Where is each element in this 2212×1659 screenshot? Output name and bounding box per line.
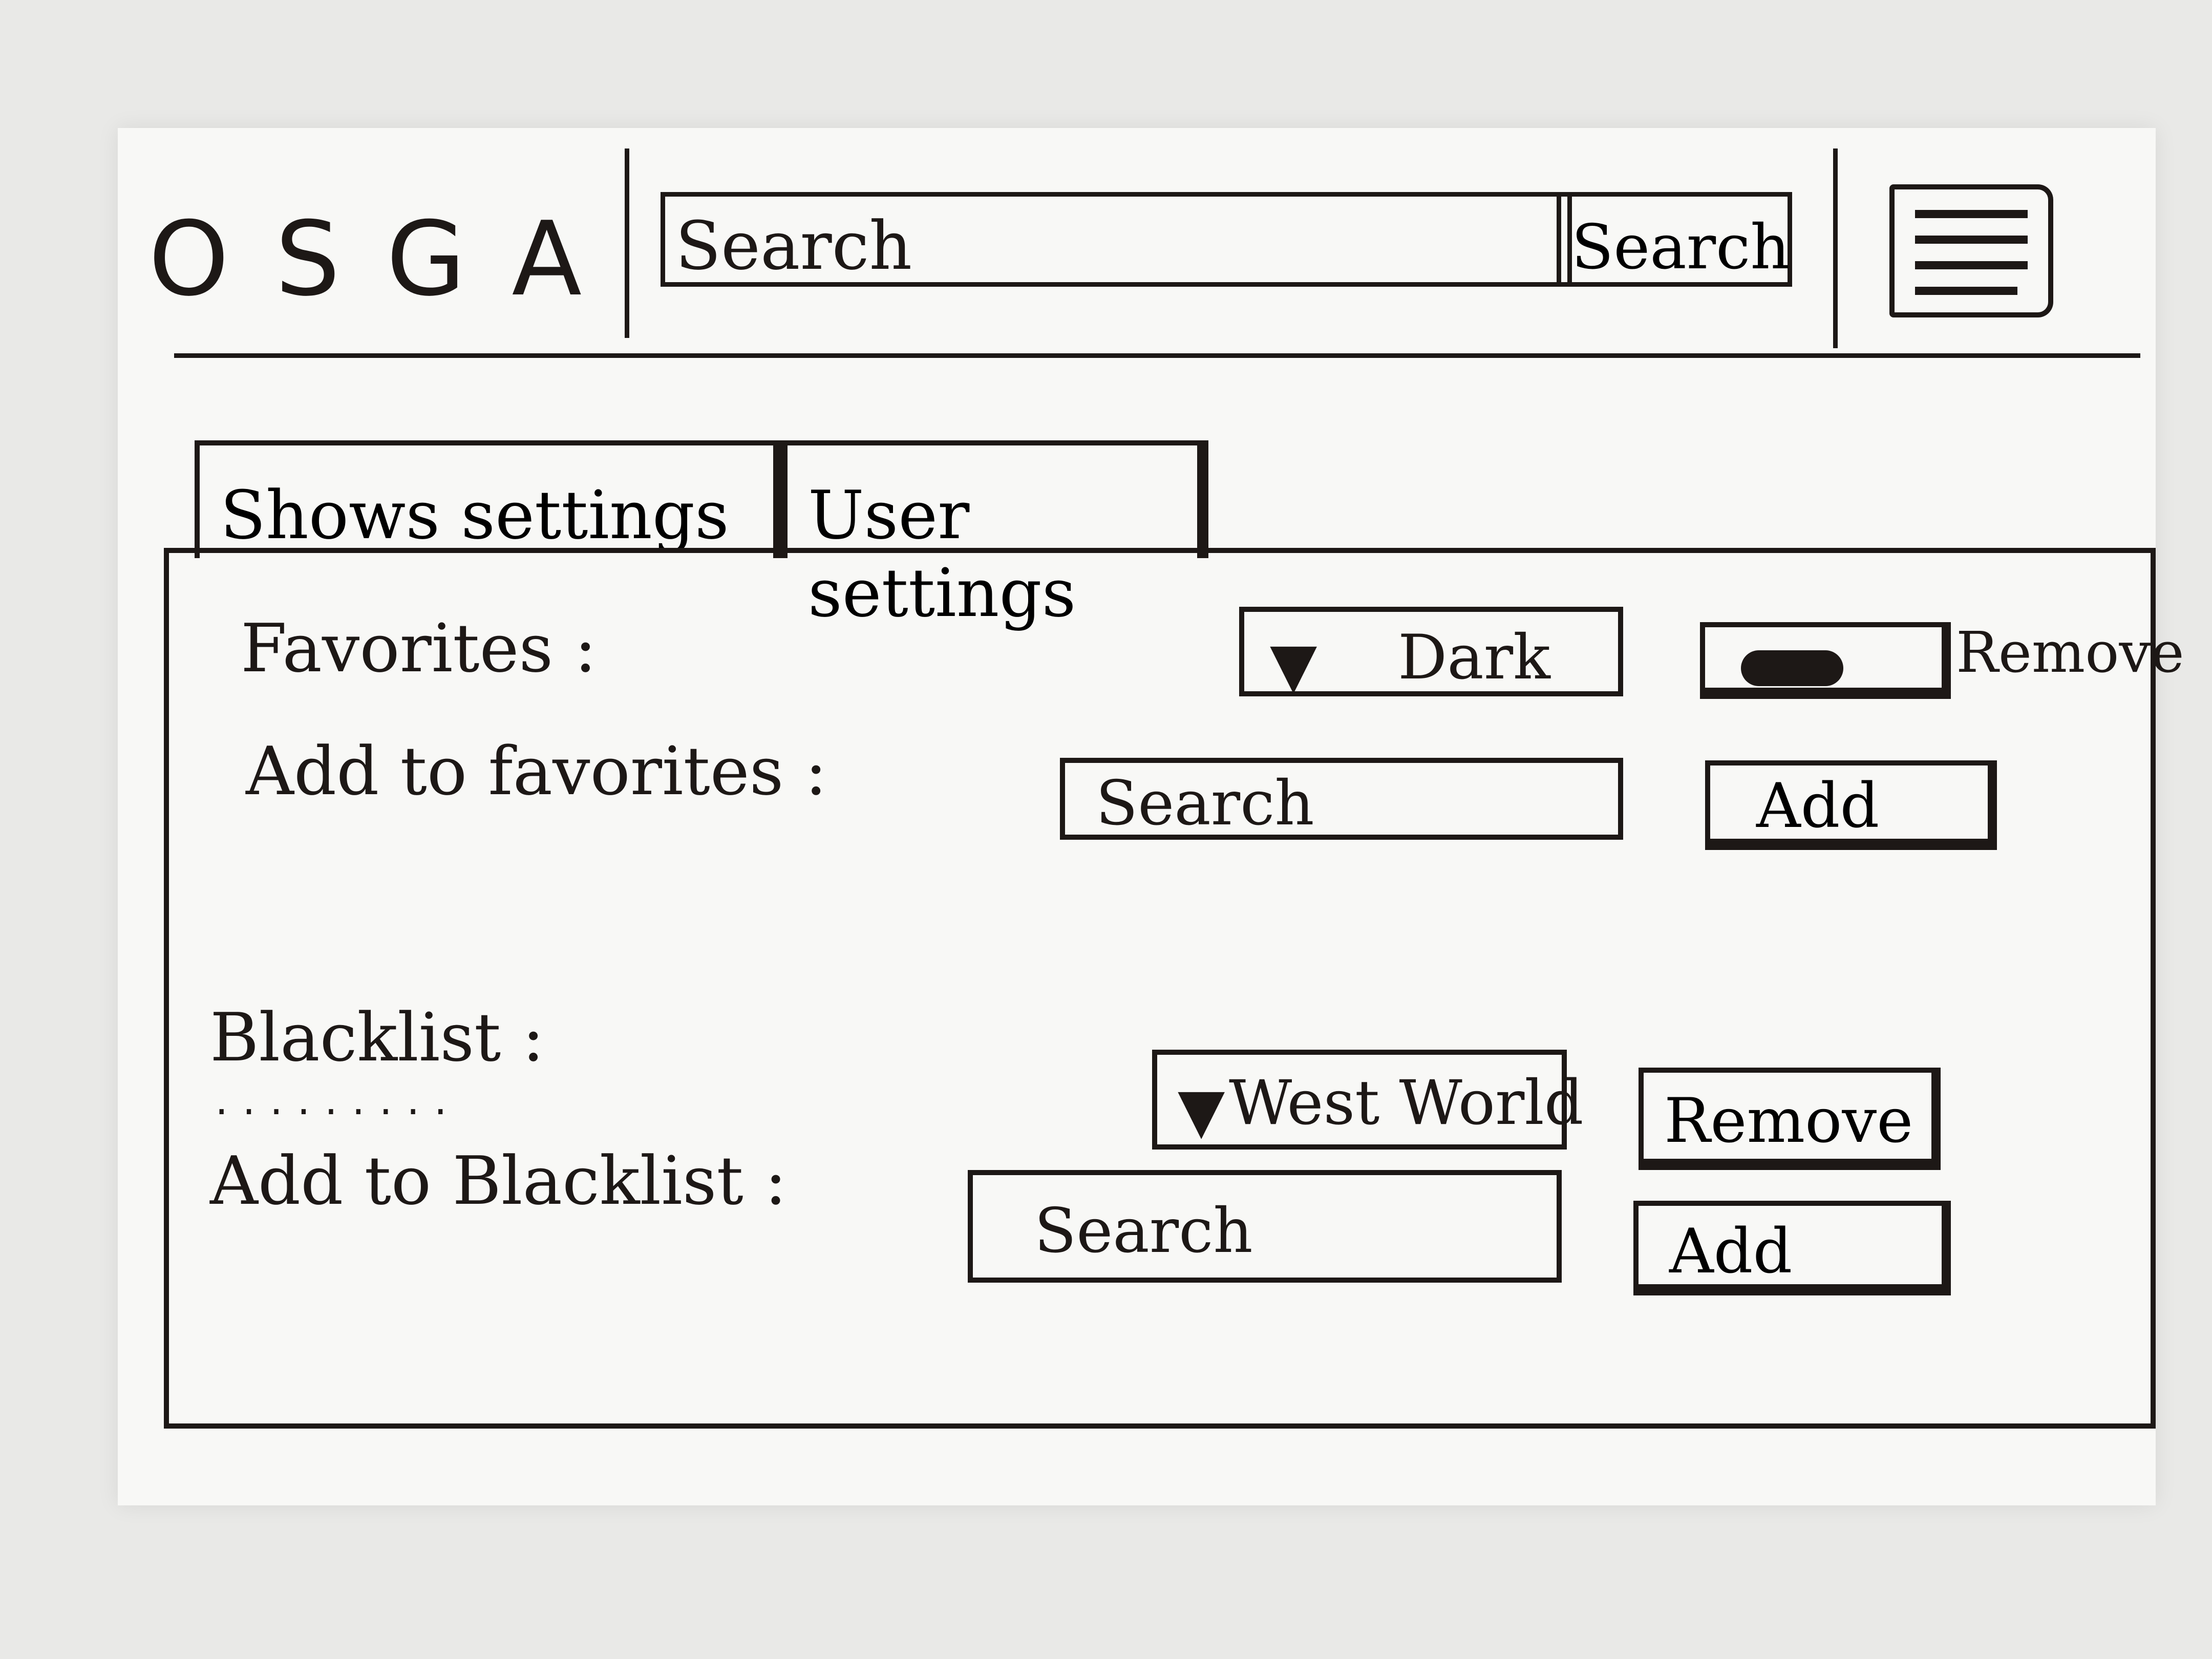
- triangle-down-icon: ▼: [1270, 630, 1317, 701]
- header-search-input[interactable]: Search: [661, 192, 1572, 287]
- add-to-blacklist-button-label: Add: [1669, 1216, 1793, 1287]
- header-search-placeholder: Search: [675, 207, 912, 285]
- add-to-favorites-search-input[interactable]: Search: [1060, 758, 1623, 840]
- header-bottom-rule: [174, 353, 2140, 358]
- add-to-blacklist-button[interactable]: Add: [1633, 1201, 1951, 1295]
- favorites-remove-label: Remove: [1956, 620, 2184, 685]
- add-to-favorites-label: Add to favorites :: [246, 732, 827, 810]
- triangle-down-icon: ▼: [1178, 1075, 1225, 1146]
- blacklist-dropdown[interactable]: ▼ West World: [1152, 1050, 1584, 1150]
- blacklist-dotted-underline: ·········: [215, 1088, 461, 1136]
- favorites-dropdown-value: Dark: [1398, 622, 1550, 693]
- blacklist-remove-button[interactable]: Remove: [1639, 1068, 1941, 1170]
- add-to-blacklist-placeholder: Search: [1034, 1196, 1253, 1267]
- header-divider-left: [625, 148, 629, 338]
- add-to-favorites-placeholder: Search: [1096, 768, 1314, 839]
- favorites-remove-button-scribble: [1741, 650, 1843, 686]
- header-divider-right: [1833, 148, 1838, 348]
- header-search-button-label: Search: [1571, 212, 1790, 283]
- app-logo: OSGA: [148, 200, 628, 319]
- blacklist-dropdown-value: West World: [1229, 1068, 1584, 1139]
- tab-shows-settings-label: Shows settings: [220, 476, 729, 554]
- tab-user-settings[interactable]: User settings: [778, 440, 1208, 632]
- add-to-favorites-button[interactable]: Add: [1705, 760, 1997, 850]
- favorites-dropdown[interactable]: ▼ Dark: [1239, 607, 1623, 701]
- tab-shows-settings[interactable]: Shows settings: [195, 440, 778, 558]
- menu-button[interactable]: [1889, 184, 2053, 317]
- add-to-blacklist-label: Add to Blacklist :: [210, 1142, 787, 1220]
- blacklist-label: Blacklist :: [210, 998, 545, 1076]
- header-search-button[interactable]: Search: [1557, 192, 1792, 287]
- favorites-label: Favorites :: [241, 609, 597, 687]
- blacklist-remove-button-label: Remove: [1664, 1086, 1913, 1157]
- favorites-remove-button[interactable]: [1700, 622, 1951, 699]
- add-to-favorites-button-label: Add: [1756, 771, 1880, 842]
- add-to-blacklist-search-input[interactable]: Search: [968, 1170, 1562, 1283]
